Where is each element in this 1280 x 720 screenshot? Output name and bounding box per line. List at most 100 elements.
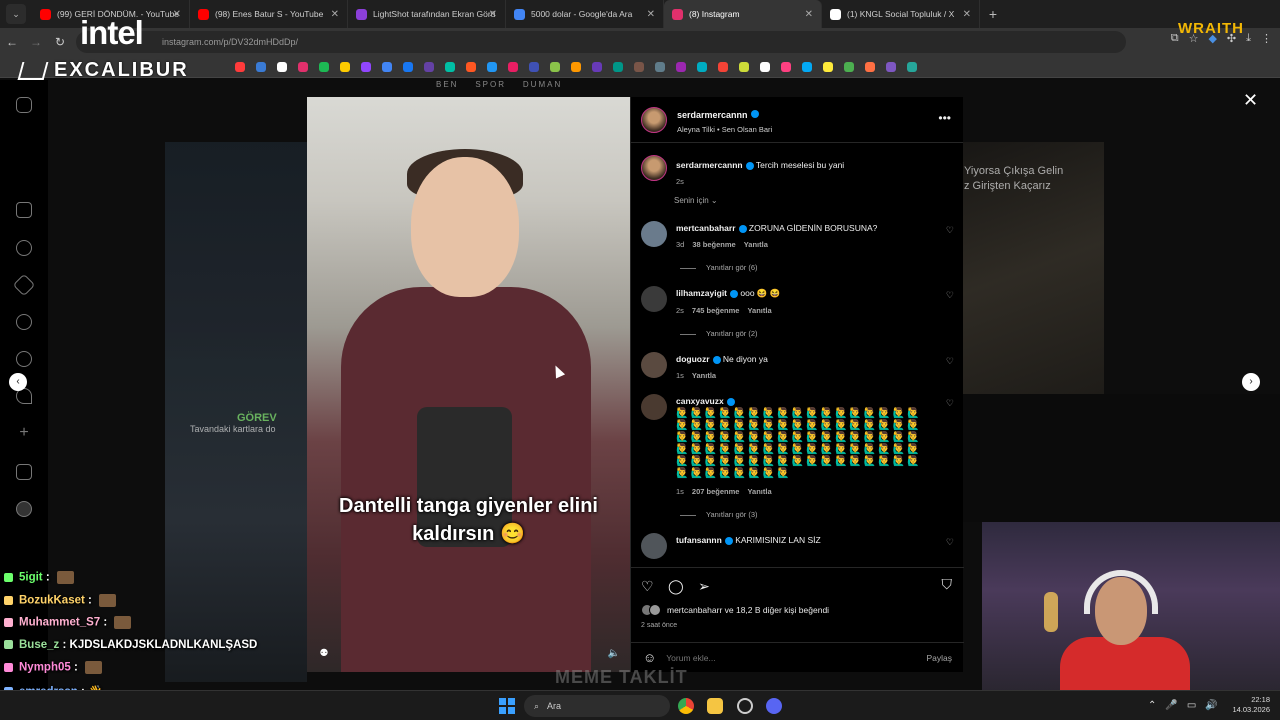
view-replies-button[interactable]: Yanıtları gör (3) bbox=[680, 510, 954, 519]
commenter-username[interactable]: lilhamzayigit bbox=[676, 288, 727, 298]
system-tray-icons[interactable]: ⌃🎤▭🔊 bbox=[1148, 700, 1227, 711]
save-bookmark-icon[interactable]: ⛉ bbox=[942, 576, 953, 593]
bookmark-icon[interactable] bbox=[445, 62, 455, 72]
bookmark-icon[interactable] bbox=[571, 62, 581, 72]
forward-icon[interactable]: → bbox=[24, 35, 48, 49]
browser-tab[interactable]: 5000 dolar - Google'da Ara ✕ bbox=[506, 0, 664, 28]
bookmark-icon[interactable] bbox=[550, 62, 560, 72]
tab-close-icon[interactable]: ✕ bbox=[331, 9, 339, 20]
browser-tab[interactable]: (8) Instagram ✕ bbox=[664, 0, 822, 28]
bookmark-icon[interactable] bbox=[361, 62, 371, 72]
commenter-avatar[interactable] bbox=[641, 394, 667, 420]
tagged-user-icon[interactable]: ⚉ bbox=[317, 648, 331, 662]
instagram-icon[interactable] bbox=[16, 97, 32, 113]
bookmark-icon[interactable] bbox=[319, 62, 329, 72]
new-tab-button[interactable]: + bbox=[980, 6, 1006, 22]
commenter-avatar[interactable] bbox=[641, 352, 667, 378]
bookmark-icon[interactable] bbox=[508, 62, 518, 72]
reels-icon[interactable] bbox=[16, 240, 32, 256]
file-explorer-icon[interactable] bbox=[707, 698, 723, 714]
bookmark-icon[interactable] bbox=[382, 62, 392, 72]
emoji-icon[interactable]: ☺ bbox=[643, 650, 656, 665]
comment-like-heart-icon[interactable]: ♡ bbox=[946, 225, 954, 236]
tab-search-icon[interactable]: ⌄ bbox=[6, 4, 26, 24]
bookmark-icon[interactable] bbox=[592, 62, 602, 72]
explore-icon[interactable] bbox=[16, 351, 32, 367]
comment-like-heart-icon[interactable]: ♡ bbox=[946, 537, 954, 548]
view-replies-button[interactable]: Yanıtları gör (6) bbox=[680, 263, 954, 272]
bookmark-icon[interactable] bbox=[823, 62, 833, 72]
share-icon[interactable]: ➢ bbox=[698, 578, 710, 595]
clock[interactable]: 22:18 14.03.2026 bbox=[1232, 695, 1270, 715]
commenter-avatar[interactable] bbox=[641, 533, 667, 559]
bookmark-icon[interactable] bbox=[718, 62, 728, 72]
bookmark-icon[interactable] bbox=[466, 62, 476, 72]
commenter-avatar[interactable] bbox=[641, 221, 667, 247]
bookmark-icon[interactable] bbox=[844, 62, 854, 72]
comments-list[interactable]: serdarmercannn Tercih meselesi bu yani 2… bbox=[631, 149, 964, 567]
like-heart-icon[interactable]: ♡ bbox=[641, 578, 654, 595]
chrome-icon[interactable] bbox=[678, 698, 694, 714]
post-comment-button[interactable]: Paylaş bbox=[926, 653, 952, 663]
comment-icon[interactable]: ◯ bbox=[668, 578, 684, 595]
author-username[interactable]: serdarmercannn bbox=[677, 110, 748, 120]
taskbar-search[interactable]: ⌕ Ara bbox=[524, 695, 670, 717]
bookmark-icon[interactable] bbox=[340, 62, 350, 72]
chat-username[interactable]: Nymph05 bbox=[19, 662, 71, 674]
messages-icon[interactable] bbox=[12, 273, 36, 297]
comment-like-heart-icon[interactable]: ♡ bbox=[946, 398, 954, 409]
sort-dropdown[interactable]: Senin için ⌄ bbox=[631, 196, 964, 205]
tab-close-icon[interactable]: ✕ bbox=[173, 9, 181, 20]
tab-close-icon[interactable]: ✕ bbox=[963, 9, 971, 20]
commenter-username[interactable]: tufansannn bbox=[676, 535, 722, 545]
bookmark-icon[interactable] bbox=[907, 62, 917, 72]
next-post-arrow-icon[interactable]: › bbox=[1242, 373, 1260, 391]
close-icon[interactable]: ✕ bbox=[1243, 90, 1258, 111]
comment-like-heart-icon[interactable]: ♡ bbox=[946, 290, 954, 301]
bookmark-icon[interactable] bbox=[676, 62, 686, 72]
comment-input[interactable] bbox=[666, 652, 927, 663]
commenter-username[interactable]: doguozr bbox=[676, 354, 710, 364]
back-icon[interactable]: ← bbox=[0, 35, 24, 49]
bookmark-icon[interactable] bbox=[298, 62, 308, 72]
reel-video[interactable]: Dantelli tanga giyenler elini kaldırsın … bbox=[307, 97, 630, 672]
comment-likes[interactable]: 207 beğenme bbox=[692, 487, 740, 496]
bookmark-icon[interactable] bbox=[256, 62, 266, 72]
tab-close-icon[interactable]: ✕ bbox=[805, 9, 813, 20]
download-icon[interactable]: ⤓ bbox=[1246, 32, 1251, 45]
bookmark-icon[interactable] bbox=[655, 62, 665, 72]
windows-start-icon[interactable] bbox=[499, 698, 515, 714]
reload-icon[interactable]: ↻ bbox=[48, 35, 72, 49]
more-options-icon[interactable]: ••• bbox=[938, 111, 951, 125]
browser-tab[interactable]: LightShot tarafından Ekran Görü ✕ bbox=[348, 0, 506, 28]
browser-tab[interactable]: (98) Enes Batur S - YouTube ✕ bbox=[190, 0, 348, 28]
create-icon[interactable]: + bbox=[16, 425, 32, 442]
caption-avatar[interactable] bbox=[641, 155, 667, 181]
bookmark-icon[interactable] bbox=[697, 62, 707, 72]
bookmark-icon[interactable] bbox=[277, 62, 287, 72]
view-replies-button[interactable]: Yanıtları gör (2) bbox=[680, 329, 954, 338]
tab-close-icon[interactable]: ✕ bbox=[647, 9, 655, 20]
dashboard-icon[interactable] bbox=[16, 464, 32, 480]
browser-tab[interactable]: (1) KNGL Social Topluluk / X ✕ bbox=[822, 0, 980, 28]
reply-button[interactable]: Yanıtla bbox=[744, 240, 768, 249]
tab-close-icon[interactable]: ✕ bbox=[489, 9, 497, 20]
mute-icon[interactable]: 🔈 bbox=[607, 648, 621, 662]
reply-button[interactable]: Yanıtla bbox=[747, 487, 771, 496]
discord-icon[interactable] bbox=[766, 698, 782, 714]
comment-likes[interactable]: 38 beğenme bbox=[692, 240, 735, 249]
profile-icon[interactable] bbox=[16, 501, 32, 517]
bookmark-icon[interactable] bbox=[487, 62, 497, 72]
bookmark-icon[interactable] bbox=[634, 62, 644, 72]
bookmark-icon[interactable] bbox=[802, 62, 812, 72]
bookmark-icon[interactable] bbox=[529, 62, 539, 72]
reply-button[interactable]: Yanıtla bbox=[692, 371, 716, 380]
reply-button[interactable]: Yanıtla bbox=[747, 306, 771, 315]
search-icon[interactable] bbox=[16, 314, 32, 330]
bookmark-icon[interactable] bbox=[865, 62, 875, 72]
comment-like-heart-icon[interactable]: ♡ bbox=[946, 356, 954, 367]
prev-post-arrow-icon[interactable]: ‹ bbox=[9, 373, 27, 391]
menu-icon[interactable]: ⋮ bbox=[1261, 32, 1272, 45]
commenter-avatar[interactable] bbox=[641, 286, 667, 312]
bookmark-icon[interactable] bbox=[781, 62, 791, 72]
